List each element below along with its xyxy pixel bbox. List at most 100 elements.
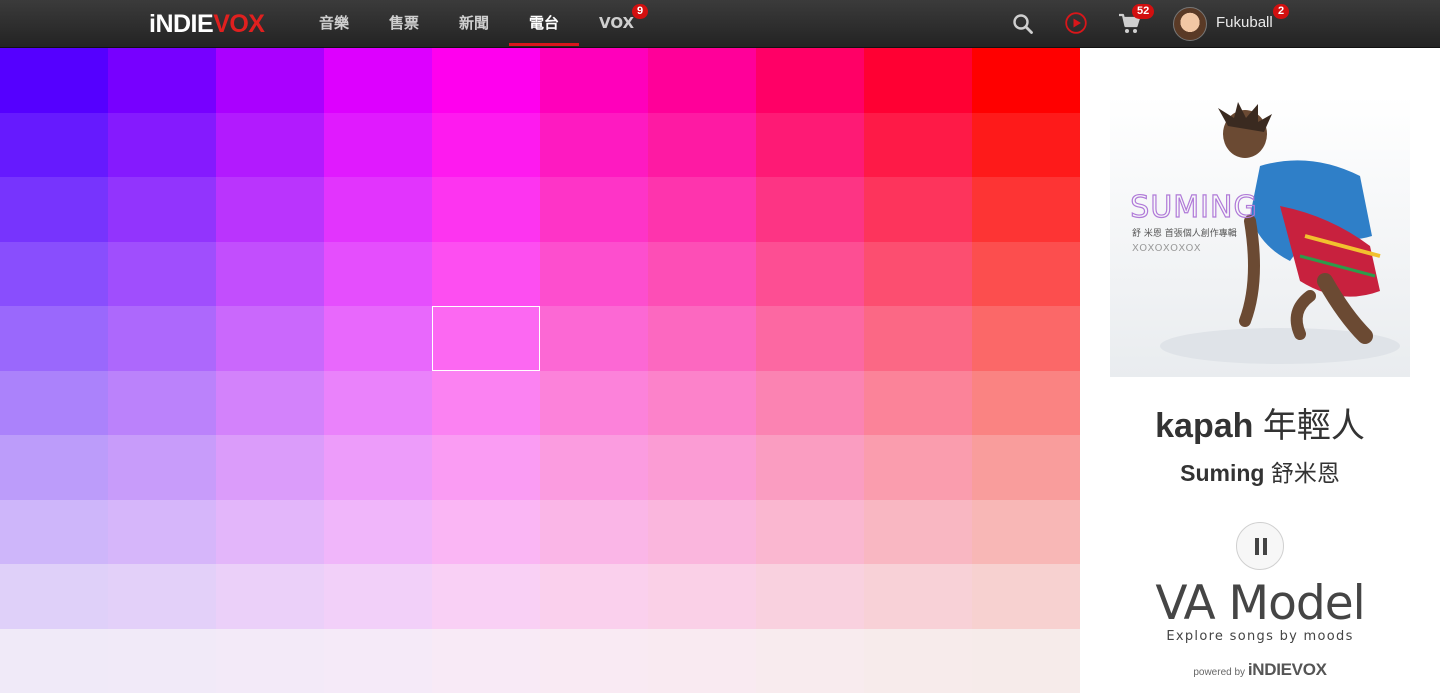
mood-cell[interactable] <box>324 242 432 306</box>
mood-cell[interactable] <box>540 113 648 177</box>
mood-cell[interactable] <box>648 177 756 242</box>
mood-cell-selected[interactable] <box>432 306 540 371</box>
mood-cell[interactable] <box>432 500 540 564</box>
mood-cell[interactable] <box>864 371 972 435</box>
mood-cell[interactable] <box>0 48 108 113</box>
mood-cell[interactable] <box>216 48 324 113</box>
mood-cell[interactable] <box>0 113 108 177</box>
mood-cell[interactable] <box>540 564 648 629</box>
mood-cell[interactable] <box>864 564 972 629</box>
pause-button[interactable] <box>1236 522 1284 570</box>
mood-cell[interactable] <box>0 306 108 371</box>
mood-cell[interactable] <box>756 500 864 564</box>
mood-cell[interactable] <box>432 177 540 242</box>
mood-cell[interactable] <box>648 242 756 306</box>
mood-cell[interactable] <box>324 564 432 629</box>
mood-cell[interactable] <box>324 48 432 113</box>
nav-news[interactable]: 新聞 <box>459 0 489 46</box>
mood-cell[interactable] <box>756 371 864 435</box>
mood-cell[interactable] <box>648 113 756 177</box>
mood-cell[interactable] <box>540 306 648 371</box>
mood-cell[interactable] <box>324 435 432 500</box>
mood-cell[interactable] <box>216 113 324 177</box>
track-artist[interactable]: Suming 舒米恩 <box>1080 454 1440 488</box>
mood-cell[interactable] <box>0 500 108 564</box>
mood-cell[interactable] <box>972 500 1080 564</box>
mood-cell[interactable] <box>972 306 1080 371</box>
mood-cell[interactable] <box>108 113 216 177</box>
album-cover[interactable]: SUMING 舒 米恩 首張個人創作專輯 XOXOXOXOX <box>1110 96 1410 377</box>
mood-cell[interactable] <box>108 371 216 435</box>
mood-cell[interactable] <box>648 500 756 564</box>
username[interactable]: Fukuball <box>1216 0 1273 46</box>
mood-cell[interactable] <box>756 306 864 371</box>
mood-cell[interactable] <box>756 177 864 242</box>
mood-cell[interactable] <box>216 500 324 564</box>
nav-music[interactable]: 音樂 <box>319 0 349 46</box>
mood-cell[interactable] <box>540 242 648 306</box>
mood-cell[interactable] <box>972 177 1080 242</box>
powered-by[interactable]: powered by iNDIEVOX <box>1080 660 1440 680</box>
mood-cell[interactable] <box>864 500 972 564</box>
mood-cell[interactable] <box>648 629 756 693</box>
mood-cell[interactable] <box>432 564 540 629</box>
mood-cell[interactable] <box>756 435 864 500</box>
mood-cell[interactable] <box>108 500 216 564</box>
mood-cell[interactable] <box>0 242 108 306</box>
mood-cell[interactable] <box>324 177 432 242</box>
mood-cell[interactable] <box>108 435 216 500</box>
mood-cell[interactable] <box>864 177 972 242</box>
mood-cell[interactable] <box>972 242 1080 306</box>
mood-cell[interactable] <box>540 371 648 435</box>
mood-cell[interactable] <box>216 629 324 693</box>
mood-cell[interactable] <box>540 435 648 500</box>
mood-cell[interactable] <box>648 435 756 500</box>
mood-cell[interactable] <box>864 48 972 113</box>
mood-cell[interactable] <box>108 629 216 693</box>
mood-cell[interactable] <box>108 177 216 242</box>
mood-cell[interactable] <box>864 435 972 500</box>
mood-cell[interactable] <box>972 48 1080 113</box>
mood-cell[interactable] <box>540 48 648 113</box>
nav-tickets[interactable]: 售票 <box>389 0 419 46</box>
mood-cell[interactable] <box>972 629 1080 693</box>
mood-cell[interactable] <box>0 371 108 435</box>
mood-cell[interactable] <box>0 564 108 629</box>
mood-cell[interactable] <box>0 629 108 693</box>
mood-cell[interactable] <box>324 306 432 371</box>
mood-cell[interactable] <box>108 242 216 306</box>
mood-cell[interactable] <box>972 113 1080 177</box>
mood-cell[interactable] <box>864 113 972 177</box>
mood-cell[interactable] <box>432 371 540 435</box>
search-icon[interactable] <box>1011 12 1035 36</box>
mood-cell[interactable] <box>864 306 972 371</box>
mood-cell[interactable] <box>108 564 216 629</box>
mood-cell[interactable] <box>432 435 540 500</box>
mood-cell[interactable] <box>756 629 864 693</box>
mood-cell[interactable] <box>324 500 432 564</box>
mood-cell[interactable] <box>324 371 432 435</box>
nav-vox[interactable]: VOX <box>599 0 634 46</box>
mood-cell[interactable] <box>108 48 216 113</box>
mood-cell[interactable] <box>216 564 324 629</box>
mood-cell[interactable] <box>648 564 756 629</box>
mood-cell[interactable] <box>648 306 756 371</box>
nav-radio[interactable]: 電台 <box>529 0 559 46</box>
mood-cell[interactable] <box>216 306 324 371</box>
mood-cell[interactable] <box>756 113 864 177</box>
mood-cell[interactable] <box>540 629 648 693</box>
mood-grid[interactable] <box>0 48 1080 693</box>
mood-cell[interactable] <box>756 48 864 113</box>
mood-cell[interactable] <box>216 177 324 242</box>
mood-cell[interactable] <box>972 371 1080 435</box>
mood-cell[interactable] <box>648 48 756 113</box>
mood-cell[interactable] <box>864 629 972 693</box>
mood-cell[interactable] <box>756 564 864 629</box>
mood-cell[interactable] <box>540 500 648 564</box>
mood-cell[interactable] <box>540 177 648 242</box>
mood-cell[interactable] <box>432 113 540 177</box>
mood-cell[interactable] <box>432 48 540 113</box>
mood-cell[interactable] <box>972 435 1080 500</box>
mood-cell[interactable] <box>864 242 972 306</box>
mood-cell[interactable] <box>216 371 324 435</box>
